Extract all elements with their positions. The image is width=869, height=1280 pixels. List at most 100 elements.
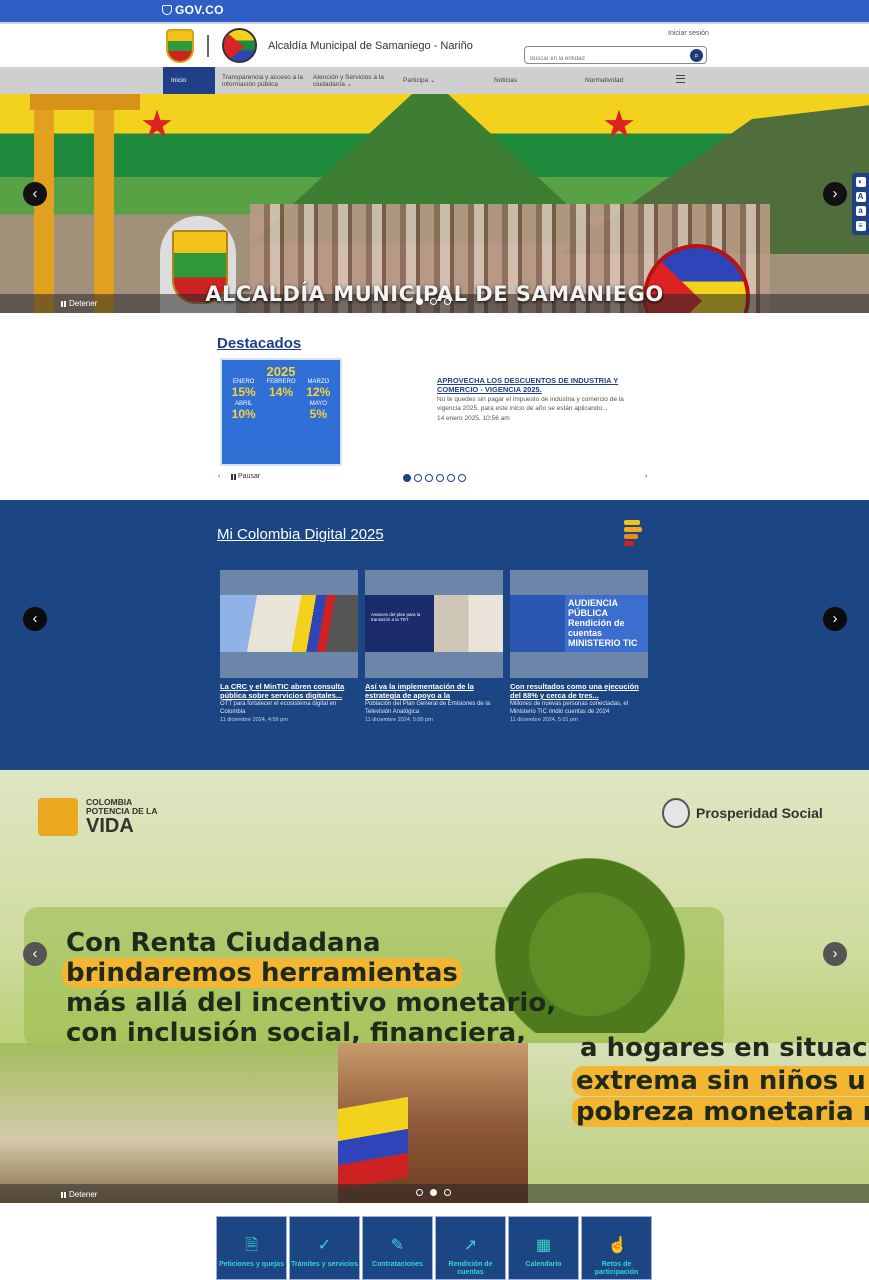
- destacados-next-button[interactable]: ›: [645, 473, 647, 480]
- destacados-poster[interactable]: 2025 ENERO 15% FEBRERO 14% MARZO 12% ABRIL 1…: [220, 358, 342, 466]
- tile-peticiones[interactable]: 🗎 Peticiones y quejas: [216, 1216, 287, 1280]
- hero-stop-button[interactable]: Detener: [61, 299, 97, 308]
- nav-item-noticias[interactable]: Noticias: [494, 67, 534, 94]
- renta-line-3: más allá del incentivo monetario,: [66, 988, 557, 1018]
- tile-rendicion[interactable]: ↗ Rendición de cuentas: [435, 1216, 506, 1280]
- mcd-title[interactable]: Mi Colombia Digital 2025: [217, 526, 384, 543]
- check-icon: ✓: [317, 1237, 332, 1254]
- hero-dot-2[interactable]: [430, 298, 437, 305]
- chevron-left-icon: ‹: [218, 473, 221, 480]
- mcd-card-2[interactable]: Avances del plan para la transición a la…: [365, 570, 503, 724]
- hero-prev-button[interactable]: ‹: [23, 182, 47, 206]
- municipality-coat-of-arms[interactable]: [166, 29, 194, 63]
- tile-calendario[interactable]: ▦ Calendario: [508, 1216, 579, 1280]
- renta-line-1: Con Renta Ciudadana: [66, 928, 381, 958]
- destacados-prev-button[interactable]: ‹: [218, 473, 220, 480]
- poster-discount-grid: ENERO 15% FEBRERO 14% MARZO 12% ABRIL 10% MA…: [226, 379, 336, 421]
- poster-cell: FEBRERO 14%: [263, 379, 298, 399]
- poster-cell: MARZO 12%: [301, 379, 336, 399]
- mcd-card-image: Avances del plan para la transición a la…: [365, 570, 503, 678]
- tile-contrataciones[interactable]: ✎ Contrataciones: [362, 1216, 433, 1280]
- renta-pagination: [416, 1189, 451, 1196]
- destacados-pause-button[interactable]: Pausar: [231, 473, 260, 480]
- nav-item-inicio[interactable]: Inicio: [163, 67, 215, 94]
- colombia-potencia-vida-logo: COLOMBIA POTENCIA DE LA VIDA: [38, 798, 157, 836]
- mcd-card-title[interactable]: Así va la implementación de la estrategi…: [365, 682, 503, 700]
- mcd-card-title[interactable]: Con resultados como una ejecución del 88…: [510, 682, 648, 700]
- mcd-card-date: 11 diciembre 2024, 5:00 pm: [365, 717, 433, 723]
- nav-item-transparencia[interactable]: Transparencia y acceso a la información …: [222, 67, 304, 94]
- mi-colombia-digital-section: Mi Colombia Digital 2025 La CRC y el Min…: [0, 500, 869, 770]
- chevron-right-icon: ›: [832, 610, 838, 627]
- chart-icon: ↗: [463, 1237, 478, 1254]
- renta-prev-button[interactable]: ‹: [23, 942, 47, 966]
- mcd-card-title[interactable]: La CRC y el MinTIC abren consulta públic…: [220, 682, 358, 700]
- mcd-card-overlay: AUDIENCIA PÚBLICA Rendición de cuentas M…: [568, 598, 638, 648]
- site-header: Alcaldía Municipal de Samaniego - Nariño…: [0, 22, 869, 67]
- municipality-name[interactable]: Alcaldía Municipal de Samaniego - Nariño: [268, 40, 473, 52]
- renta-stop-label: Detener: [69, 1190, 98, 1199]
- hero-star-icon: ★: [140, 104, 175, 146]
- mintic-logo: [624, 520, 642, 552]
- tile-tramites[interactable]: ✓ Trámites y servicios: [289, 1216, 360, 1280]
- mcd-prev-button[interactable]: ‹: [23, 607, 47, 631]
- destacados-dot-4[interactable]: [436, 474, 444, 482]
- chevron-right-icon: ›: [832, 945, 838, 962]
- hero-dot-1[interactable]: [416, 298, 423, 305]
- renta-dot-3[interactable]: [444, 1189, 451, 1196]
- mcd-card-image: AUDIENCIA PÚBLICA Rendición de cuentas M…: [510, 570, 648, 678]
- hero-next-button[interactable]: ›: [823, 182, 847, 206]
- destacados-news-date: 14 enero 2025, 10:56 am: [437, 415, 510, 422]
- tile-label: Trámites y servicios: [291, 1261, 358, 1268]
- menu-hamburger-icon[interactable]: [676, 75, 685, 83]
- search-input[interactable]: [525, 51, 675, 67]
- poster-pct: 14%: [268, 385, 293, 399]
- renta-stop-button[interactable]: Detener: [61, 1190, 97, 1199]
- tile-label: Retos de participación: [594, 1261, 639, 1276]
- destacados-dot-2[interactable]: [414, 474, 422, 482]
- destacados-news-title[interactable]: APROVECHA LOS DESCUENTOS DE INDUSTRIA Y …: [437, 376, 647, 394]
- renta-next-button[interactable]: ›: [823, 942, 847, 966]
- mcd-next-button[interactable]: ›: [823, 607, 847, 631]
- destacados-pagination: [403, 474, 466, 482]
- hero-dot-3[interactable]: [444, 298, 451, 305]
- search-button[interactable]: ⌕: [690, 49, 703, 62]
- login-link[interactable]: Iniciar sesión: [668, 30, 709, 37]
- contrast-icon[interactable]: ◐: [855, 177, 866, 188]
- municipality-flag-logo[interactable]: [222, 28, 257, 63]
- destacados-dot-6[interactable]: [458, 474, 466, 482]
- mcd-card-desc: Millones de nuevas personas conectadas, …: [510, 701, 629, 715]
- renta-ciudadana-banner: COLOMBIA POTENCIA DE LA VIDA Prosperidad…: [0, 770, 869, 1203]
- mcd-card-3[interactable]: AUDIENCIA PÚBLICA Rendición de cuentas M…: [510, 570, 648, 724]
- destacados-pause-label: Pausar: [238, 473, 261, 480]
- reader-icon[interactable]: ≡: [855, 220, 866, 231]
- nav-item-participa[interactable]: Participa ⌄: [403, 67, 453, 94]
- accessibility-toolbar: ◐ A a ≡: [852, 173, 869, 235]
- destacados-dot-1[interactable]: [403, 474, 411, 482]
- font-size-decrease-icon[interactable]: a: [855, 206, 866, 217]
- destacados-dot-3[interactable]: [425, 474, 433, 482]
- poster-cell: [263, 401, 298, 421]
- destacados-title[interactable]: Destacados: [217, 335, 301, 352]
- renta-dot-1[interactable]: [416, 1189, 423, 1196]
- gov-co-logo[interactable]: GOV.CO: [162, 3, 224, 17]
- document-icon: 🗎: [245, 1237, 258, 1254]
- tile-retos[interactable]: ☝ Retos de participación: [581, 1216, 652, 1280]
- font-size-increase-icon[interactable]: A: [855, 191, 866, 202]
- search-icon: ⌕: [694, 51, 699, 60]
- prosperidad-social-label: Prosperidad Social: [696, 805, 823, 821]
- chevron-left-icon: ‹: [32, 610, 38, 627]
- poster-pct: 10%: [231, 407, 256, 421]
- hero-pagination: [416, 298, 451, 305]
- renta-dot-2[interactable]: [430, 1189, 437, 1196]
- gov-shield-icon: [162, 5, 172, 15]
- pause-icon: [61, 300, 66, 307]
- mcd-card-1[interactable]: La CRC y el MinTIC abren consulta públic…: [220, 570, 358, 724]
- destacados-dot-5[interactable]: [447, 474, 455, 482]
- nav-item-atencion[interactable]: Atención y Servicios a la ciudadanía ⌄: [313, 67, 393, 94]
- hand-icon: ☝: [607, 1237, 628, 1254]
- logo-divider: [207, 35, 209, 57]
- nav-item-normatividad[interactable]: Normatividad: [585, 67, 635, 94]
- renta-line-5: a hogares en situación: [580, 1033, 869, 1063]
- tile-label: Rendición de cuentas: [448, 1261, 493, 1276]
